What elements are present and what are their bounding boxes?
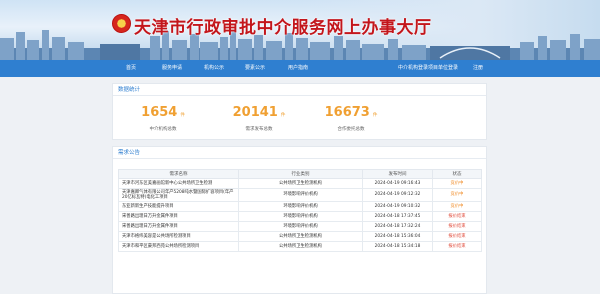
status-cell: 竞价中 (432, 178, 482, 189)
demand-name-link[interactable]: 东亚新新生产技能提升项目 (118, 201, 239, 212)
col-header-name: 需求名称 (118, 169, 239, 179)
demand-notice-panel: 需求公告 需求名称 行业类别 发布时间 状态 天津市河东区美嘉画馆新中心公共场所… (112, 146, 487, 294)
demand-name-link[interactable]: 宋善路出理日万升金属件项目 (118, 221, 239, 232)
demand-name-link[interactable]: 天津市和平区豪邦西苑公共场所检测项目 (118, 241, 239, 252)
publish-time-cell: 2024-04-18 15:34:18 (362, 241, 433, 252)
project-unit-login-link[interactable]: 项目单位登录 (428, 60, 458, 77)
nav-user-guide[interactable]: 用户指南 (288, 60, 308, 77)
stat-demand-count: 20141 件 需求发布总数 (219, 105, 299, 133)
status-cell: 报价结束 (432, 211, 482, 222)
national-emblem-logo (112, 14, 131, 33)
stat-label: 需求发布总数 (245, 127, 273, 132)
stats-panel-title: 数据统计 (113, 84, 486, 96)
demand-name-link[interactable]: 宋善路出理日万升金属件项目 (118, 211, 239, 222)
col-header-time: 发布时间 (362, 169, 433, 179)
status-cell: 报价结束 (432, 231, 482, 242)
table-row[interactable]: 天津市和平区豪邦西苑公共场所检测项目 公共场所卫生检测机构 2024-04-18 1… (118, 241, 482, 252)
col-header-status: 状态 (432, 169, 482, 179)
stat-agency-count: 1654 件 中介机构总数 (123, 105, 203, 133)
publish-time-cell: 2024-04-19 09:16:43 (362, 178, 433, 189)
industry-cell: 环境影响评价机构 (238, 201, 363, 212)
stat-commission-count: 16673 件 合作委托总数 (311, 105, 391, 133)
stat-label: 中介机构总数 (149, 127, 177, 132)
industry-cell: 环境影响评价机构 (238, 211, 363, 222)
demand-name-link[interactable]: 天津市格纬美容是公共场所检测项目 (118, 231, 239, 242)
nav-agency-public[interactable]: 机构公示 (204, 60, 224, 77)
table-row[interactable]: 天津市河东区美嘉画馆新中心公共场所卫生检测 公共场所卫生检测机构 2024-04-1… (118, 178, 482, 189)
table-row[interactable]: 宋善路出理日万升金属件项目 环境影响评价机构 2024-04-18 17:37:45… (118, 211, 482, 222)
table-row[interactable]: 天津市格纬美容是公共场所检测项目 公共场所卫生检测机构 2024-04-18 15:… (118, 231, 482, 242)
table-row[interactable]: 宋善路出理日万升金属件项目 环境影响评价机构 2024-04-18 17:32:24… (118, 221, 482, 232)
demand-table: 需求名称 行业类别 发布时间 状态 天津市河东区美嘉画馆新中心公共场所卫生检测公… (118, 169, 482, 252)
industry-cell: 公共场所卫生检测机构 (238, 178, 363, 189)
status-cell: 报价结束 (432, 241, 482, 252)
status-cell: 竞价中 (432, 201, 482, 212)
stats-panel: 数据统计 1654 件 中介机构总数 20141 件 需求发布总数 16673 件 合… (112, 83, 487, 140)
publish-time-cell: 2024-04-18 17:32:24 (362, 221, 433, 232)
industry-cell: 公共场所卫生检测机构 (238, 231, 363, 242)
stat-value: 16673 (324, 105, 370, 120)
nav-service-apply[interactable]: 服务申请 (162, 60, 182, 77)
stat-value: 20141 (232, 105, 278, 120)
register-link[interactable]: 注册 (473, 60, 483, 77)
status-cell: 报价结束 (432, 221, 482, 232)
publish-time-cell: 2024-04-18 17:37:45 (362, 211, 433, 222)
table-row[interactable]: 天津嘉卿气体有限公司年产5208吨水暨国际扩容项目(年产20亿标瓦特)电化工项目… (118, 188, 482, 202)
site-banner: 天津市行政审批中介服务网上办事大厅 (0, 0, 600, 60)
table-row[interactable]: 东亚新新生产技能提升项目 环境影响评价机构 2024-04-19 09:10:32 竞… (118, 201, 482, 212)
nav-element-public[interactable]: 要素公示 (245, 60, 265, 77)
stat-label: 合作委托总数 (337, 127, 365, 132)
stat-unit: 件 (180, 113, 185, 118)
publish-time-cell: 2024-04-19 09:10:32 (362, 201, 433, 212)
stat-value: 1654 (141, 105, 178, 120)
agency-login-link[interactable]: 中介机构登录 (398, 60, 428, 77)
demand-name-link[interactable]: 天津嘉卿气体有限公司年产5208吨水暨国际扩容项目(年产20亿标瓦特)电化工项目 (118, 188, 239, 202)
publish-time-cell: 2024-04-19 09:12:32 (362, 188, 433, 202)
stat-unit: 件 (372, 113, 378, 118)
nav-home[interactable]: 首页 (126, 60, 136, 77)
notice-panel-title: 需求公告 (113, 147, 486, 159)
publish-time-cell: 2024-04-18 15:36:04 (362, 231, 433, 242)
site-title: 天津市行政审批中介服务网上办事大厅 (134, 18, 432, 38)
industry-cell: 环境影响评价机构 (238, 221, 363, 232)
demand-name-link[interactable]: 天津市河东区美嘉画馆新中心公共场所卫生检测 (118, 178, 239, 189)
table-header-row: 需求名称 行业类别 发布时间 状态 (118, 169, 482, 179)
stat-unit: 件 (280, 113, 286, 118)
main-nav: 首页 服务申请 机构公示 要素公示 用户指南 中介机构登录 项目单位登录 注册 (0, 60, 600, 77)
industry-cell: 公共场所卫生检测机构 (238, 241, 363, 252)
industry-cell: 环境影响评价机构 (238, 188, 363, 202)
status-cell: 竞价中 (432, 188, 482, 202)
col-header-industry: 行业类别 (238, 169, 363, 179)
